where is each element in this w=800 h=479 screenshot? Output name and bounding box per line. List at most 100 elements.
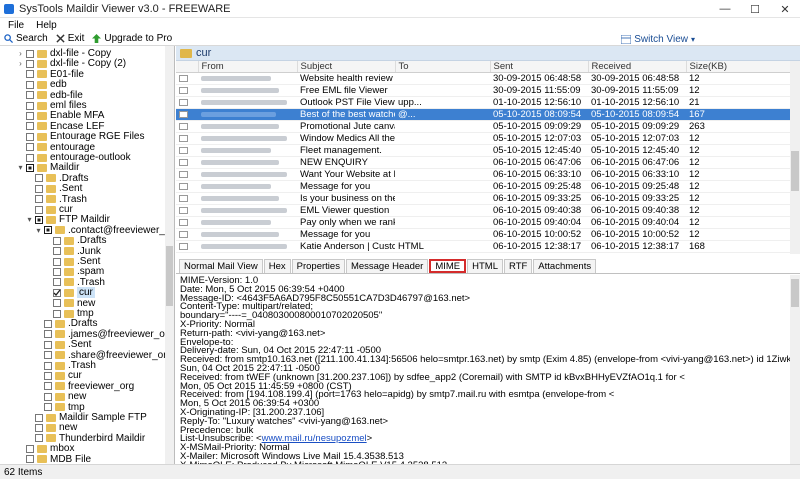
tree-item[interactable]: cur — [26, 204, 73, 215]
tree-checkbox[interactable] — [44, 351, 52, 360]
tree-checkbox[interactable] — [44, 319, 52, 328]
tree-checkbox[interactable] — [26, 70, 34, 79]
tree-item[interactable]: freeviewer_org — [35, 381, 134, 392]
tree-checkbox[interactable] — [26, 59, 34, 68]
tree-checkbox[interactable] — [53, 236, 61, 245]
tree-item[interactable]: new — [44, 298, 95, 309]
tree-item[interactable]: › dxl-file - Copy (2) — [17, 58, 126, 69]
tree-checkbox[interactable] — [26, 143, 34, 152]
tree-item[interactable]: › dxl-file - Copy — [17, 48, 111, 59]
tree-checkbox[interactable] — [35, 174, 43, 183]
mail-row[interactable]: NEW ENQUIRY 06-10-2015 06:47:06 06-10-2015… — [176, 156, 790, 169]
expand-icon[interactable]: › — [17, 49, 24, 58]
tab-message-header[interactable]: Message Header — [345, 259, 429, 273]
menu-file[interactable]: File — [8, 20, 24, 31]
tree-item[interactable]: .Junk — [44, 246, 101, 257]
tree-item[interactable]: cur — [35, 370, 82, 381]
col-sent[interactable]: Sent — [490, 61, 589, 73]
tree-item[interactable]: edb — [17, 79, 67, 90]
tree-checkbox[interactable] — [53, 309, 61, 318]
tree-item[interactable]: .Drafts — [26, 173, 88, 184]
tree-checkbox[interactable] — [26, 49, 34, 58]
tree-checkbox[interactable] — [53, 267, 61, 276]
col-size[interactable]: Size(KB) — [686, 61, 791, 73]
tab-mime[interactable]: MIME — [429, 259, 467, 273]
col-to[interactable]: To — [395, 61, 491, 73]
tree-checkbox[interactable] — [35, 423, 43, 432]
tree-checkbox[interactable] — [26, 153, 34, 162]
tree-item[interactable]: eml files — [17, 100, 87, 111]
tab-normal-mail-view[interactable]: Normal Mail View — [179, 259, 263, 273]
tree-item[interactable]: tmp — [44, 308, 94, 319]
switch-view-button[interactable]: Switch View ▾ — [621, 33, 695, 45]
tree-checkbox[interactable] — [44, 330, 52, 339]
tree-item[interactable]: .Sent — [26, 183, 82, 194]
mail-row[interactable]: Outlook PST File Viewer Pro Pl...upp...0… — [176, 96, 790, 109]
tree-checkbox[interactable] — [26, 111, 34, 120]
tree-checkbox[interactable] — [35, 215, 43, 224]
tree-item[interactable]: ▾ .contact@freeviewer_org — [35, 225, 174, 236]
tree-item[interactable]: .Trash — [35, 360, 96, 371]
tree-item[interactable]: Enable MFA — [17, 110, 104, 121]
tree-checkbox[interactable] — [35, 184, 43, 193]
tree-checkbox[interactable] — [44, 361, 52, 370]
tree-item[interactable]: cur — [44, 287, 95, 299]
mail-row[interactable]: EML Viewer question 06-10-2015 09:40:38 06… — [176, 204, 790, 217]
col-icons[interactable] — [176, 61, 199, 73]
mail-row[interactable]: Katie Anderson | Custom Tote...HTML06-10… — [176, 240, 790, 253]
tree-checkbox[interactable] — [35, 434, 43, 443]
tree-item[interactable]: edb-file — [17, 90, 83, 101]
tree-checkbox[interactable] — [53, 288, 61, 297]
mail-row[interactable]: Best of the best watches.@...05-10-2015 … — [176, 108, 790, 121]
tree-item[interactable]: ▾ FTP Maildir — [26, 214, 109, 225]
mail-row[interactable]: Is your business on the first pa... 06-10… — [176, 192, 790, 205]
tree-checkbox[interactable] — [53, 299, 61, 308]
tree-checkbox[interactable] — [26, 132, 34, 141]
tree-item[interactable]: new — [26, 422, 77, 433]
tree-checkbox[interactable] — [26, 101, 34, 110]
tree-item[interactable]: new — [35, 391, 86, 402]
expand-icon[interactable]: › — [17, 59, 24, 68]
tree-checkbox[interactable] — [35, 413, 43, 422]
tree-checkbox[interactable] — [26, 80, 34, 89]
collapse-icon[interactable]: ▾ — [26, 215, 33, 224]
mail-list-scrollbar[interactable] — [790, 61, 800, 254]
tree-checkbox[interactable] — [44, 382, 52, 391]
tree-item[interactable]: Thunderbird Maildir — [26, 433, 145, 444]
tree-checkbox[interactable] — [44, 340, 52, 349]
tree-item[interactable]: Entourage RGE Files — [17, 131, 145, 142]
tree-checkbox[interactable] — [26, 91, 34, 100]
mail-row[interactable]: Free EML file Viewer 30-09-2015 11:55:09 3… — [176, 84, 790, 97]
tab-html[interactable]: HTML — [467, 259, 503, 273]
tree-item[interactable]: .Drafts — [44, 235, 106, 246]
mail-row[interactable]: Window Medics All the benefit... 05-10-20… — [176, 132, 790, 145]
tree-item[interactable]: ▾ Maildir — [17, 162, 79, 173]
mail-row[interactable]: Message for you 06-10-2015 10:00:52 06-10-… — [176, 228, 790, 241]
tree-checkbox[interactable] — [26, 122, 34, 131]
tree-checkbox[interactable] — [53, 278, 61, 287]
col-subject[interactable]: Subject — [297, 61, 396, 73]
tree-item[interactable]: Maildir Sample FTP — [26, 412, 147, 423]
tree-checkbox[interactable] — [26, 455, 34, 464]
search-button[interactable]: Search — [4, 33, 48, 44]
tree-checkbox[interactable] — [44, 392, 52, 401]
tree-checkbox[interactable] — [35, 195, 43, 204]
tab-attachments[interactable]: Attachments — [533, 259, 597, 273]
tree-checkbox[interactable] — [44, 371, 52, 380]
maximize-button[interactable]: ☐ — [740, 0, 770, 18]
tree-item[interactable]: Encase LEF — [17, 121, 104, 132]
tab-rtf[interactable]: RTF — [504, 259, 533, 273]
tree-item[interactable]: tmp — [35, 402, 85, 413]
tree-checkbox[interactable] — [53, 247, 61, 256]
tree-item[interactable]: MDB File — [17, 454, 91, 464]
tree-checkbox[interactable] — [26, 163, 34, 172]
tree-item[interactable]: entourage — [17, 142, 95, 153]
collapse-icon[interactable]: ▾ — [35, 226, 42, 235]
tree-item[interactable]: .james@freeviewer_org — [35, 329, 174, 340]
tree-item[interactable]: .share@freeviewer_org — [35, 350, 172, 361]
close-button[interactable]: ✕ — [770, 0, 800, 18]
upgrade-button[interactable]: Upgrade to Pro — [92, 33, 172, 44]
tree-item[interactable]: .Trash — [44, 277, 105, 288]
col-from[interactable]: From — [198, 61, 298, 73]
tree-item[interactable]: entourage-outlook — [17, 152, 131, 163]
